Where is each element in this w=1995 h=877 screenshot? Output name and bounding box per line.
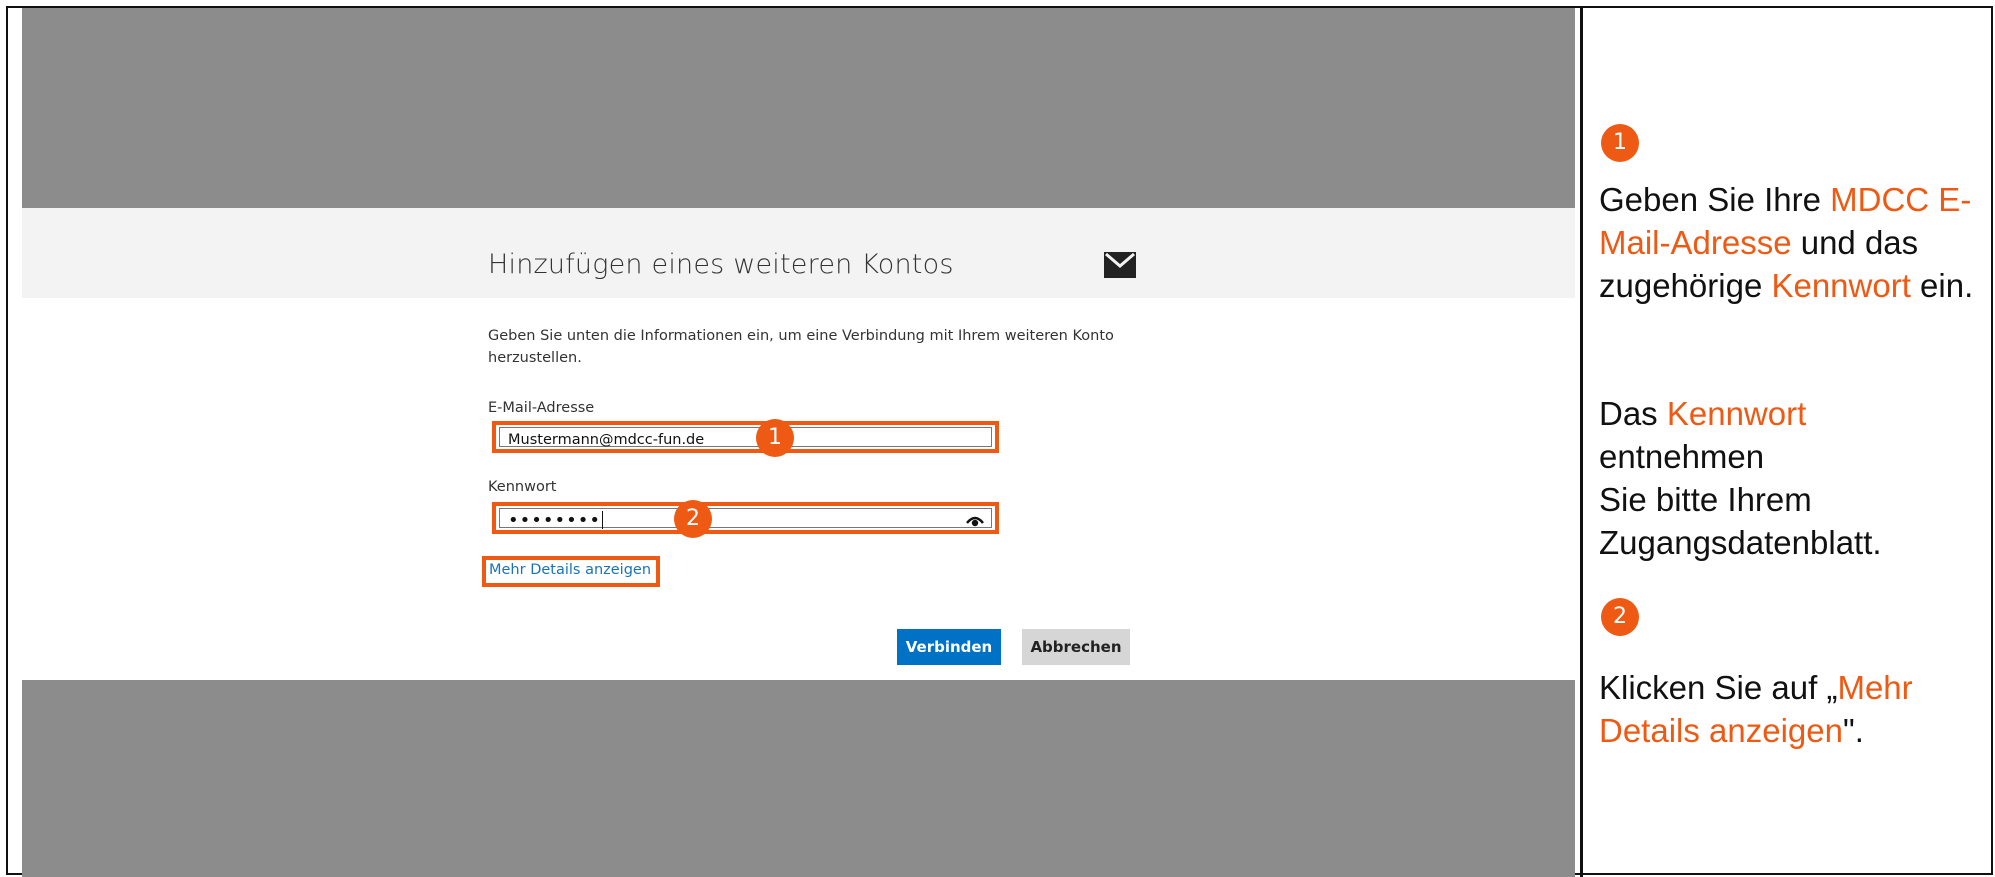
cancel-button[interactable]: Abbrechen xyxy=(1022,629,1130,665)
step1-text-f: Das xyxy=(1599,395,1667,432)
step2-text: Klicken Sie auf „Mehr Details anzeigen". xyxy=(1599,666,1989,752)
step1-text-e: ein. xyxy=(1910,267,1974,304)
email-highlight-box: Mustermann@mdcc-fun.de xyxy=(492,421,999,453)
connect-button[interactable]: Verbinden xyxy=(897,629,1001,665)
side-marker-2: 2 xyxy=(1601,598,1639,636)
step-marker-2: 2 xyxy=(674,500,712,538)
envelope-icon xyxy=(1104,252,1136,278)
step1-text-a: Geben Sie Ihre xyxy=(1599,181,1831,218)
step1-note: Das Kennwort entnehmen Sie bitte Ihrem Zu… xyxy=(1599,392,1899,564)
email-label: E-Mail-Adresse xyxy=(488,400,595,416)
step1-highlight-password: Kennwort xyxy=(1771,267,1911,304)
password-field[interactable]: •••••••• xyxy=(499,508,992,531)
step-marker-1: 1 xyxy=(756,419,794,457)
instructions-panel: 1 Geben Sie Ihre MDCC E-Mail-Adresse und… xyxy=(1583,8,1993,875)
dialog-body: Geben Sie unten die Informationen ein, u… xyxy=(22,298,1575,680)
step1-highlight-password-2: Kennwort xyxy=(1666,395,1807,432)
instruction-text: Geben Sie unten die Informationen ein, u… xyxy=(488,328,1114,366)
dialog-title: Hinzufügen eines weiteren Kontos xyxy=(488,249,954,280)
password-highlight-box: •••••••• xyxy=(492,502,999,534)
step1-text: Geben Sie Ihre MDCC E-Mail-Adresse und d… xyxy=(1599,178,1989,307)
password-value: •••••••• xyxy=(508,510,601,531)
details-link-highlight-box: Mehr Details anzeigen xyxy=(482,556,660,587)
step1-text-h: entnehmen xyxy=(1599,438,1765,475)
email-field[interactable]: Mustermann@mdcc-fun.de xyxy=(499,427,992,448)
step2-text-a: Klicken Sie auf „ xyxy=(1599,669,1838,706)
more-details-link[interactable]: Mehr Details anzeigen xyxy=(489,562,651,578)
password-label: Kennwort xyxy=(488,479,557,495)
step2-text-c: ". xyxy=(1843,712,1864,749)
eye-icon[interactable] xyxy=(965,512,985,528)
step1-text-i: Sie bitte Ihrem Zugangsdatenblatt. xyxy=(1599,481,1882,561)
screenshot-area: Hinzufügen eines weiteren Kontos Geben S… xyxy=(22,8,1575,877)
dialog-header: Hinzufügen eines weiteren Kontos xyxy=(22,208,1575,298)
side-marker-1: 1 xyxy=(1601,124,1639,162)
email-value: Mustermann@mdcc-fun.de xyxy=(508,432,705,448)
